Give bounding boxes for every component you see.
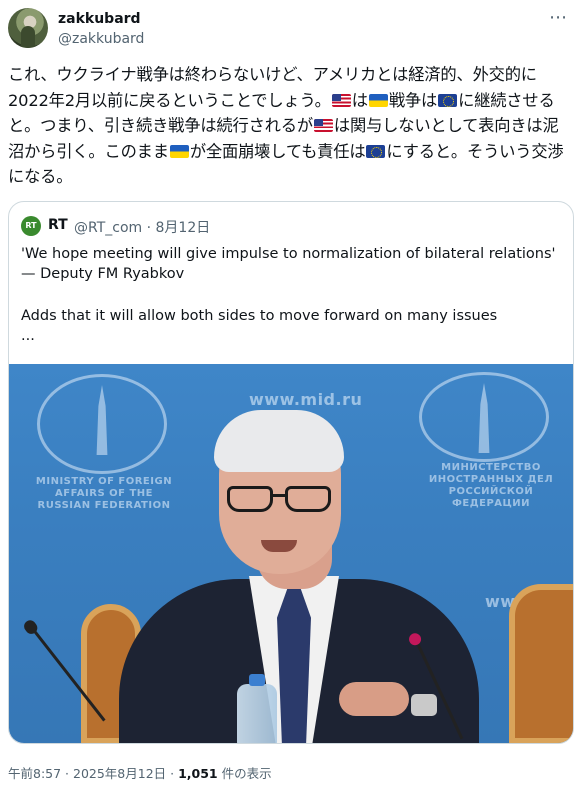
ministry-emblem-icon (419, 372, 549, 462)
rt-logo-icon[interactable]: RT (21, 216, 41, 236)
flag-eu-icon (366, 144, 386, 158)
tweet-text-segment: 戦争は (388, 90, 438, 110)
quoted-photo[interactable]: MINISTRY OF FOREIGN AFFAIRS OF THE RUSSI… (9, 364, 573, 743)
chair (509, 584, 573, 743)
person-hair (214, 410, 344, 472)
quoted-text-ellipsis: ... (21, 328, 35, 344)
person-tie (277, 589, 311, 743)
quoted-text-line: 'We hope meeting will give impulse to no… (21, 246, 556, 282)
quoted-tweet-text: 'We hope meeting will give impulse to no… (21, 244, 561, 346)
tweet-header: zakkubard @zakkubard ⋯ (8, 8, 572, 52)
flag-eu-icon (438, 93, 458, 107)
quoted-tweet-card[interactable]: RT RT @RT_com · 8月12日 'We hope meeting w… (8, 201, 574, 744)
flag-ukraine-icon (368, 93, 388, 107)
quoted-text-line: Adds that it will allow both sides to mo… (21, 308, 498, 324)
watermark-site: www.mid.ru (249, 390, 363, 409)
ministry-emblem-icon (37, 374, 167, 474)
tweet-text-segment: は (351, 90, 368, 110)
tweet-meta: 午前8:57 · 2025年8月12日 · 1,051 件の表示 (8, 763, 272, 782)
views-count[interactable]: 1,051 (178, 766, 218, 781)
author-name[interactable]: zakkubard (58, 11, 141, 27)
author-handle[interactable]: @zakkubard (58, 31, 144, 47)
watermark-text: MINISTRY OF FOREIGN AFFAIRS OF THE RUSSI… (35, 476, 173, 511)
quoted-author-name[interactable]: RT (48, 217, 68, 233)
person-hand (339, 682, 409, 716)
views-label: 件の表示 (217, 766, 272, 781)
more-options-icon[interactable]: ⋯ (549, 8, 568, 28)
wristwatch (411, 694, 437, 716)
glasses (227, 486, 337, 514)
tweet-text-segment: が全面崩壊しても責任は (189, 141, 366, 161)
avatar[interactable] (8, 8, 48, 48)
watermark-text: МИНИСТЕРСТВО ИНОСТРАННЫХ ДЕЛ РОССИЙСКОЙ … (428, 462, 554, 509)
flag-ukraine-icon (169, 144, 189, 158)
quoted-handle-date[interactable]: @RT_com · 8月12日 (74, 217, 210, 237)
flag-us-icon (313, 119, 333, 132)
flag-us-icon (331, 93, 351, 107)
timestamp[interactable]: 午前8:57 · 2025年8月12日 · (8, 766, 178, 781)
water-bottle (237, 674, 277, 743)
tweet-text: これ、ウクライナ戦争は終わらないけど、アメリカとは経済的、外交的に2022年2月… (8, 62, 574, 190)
